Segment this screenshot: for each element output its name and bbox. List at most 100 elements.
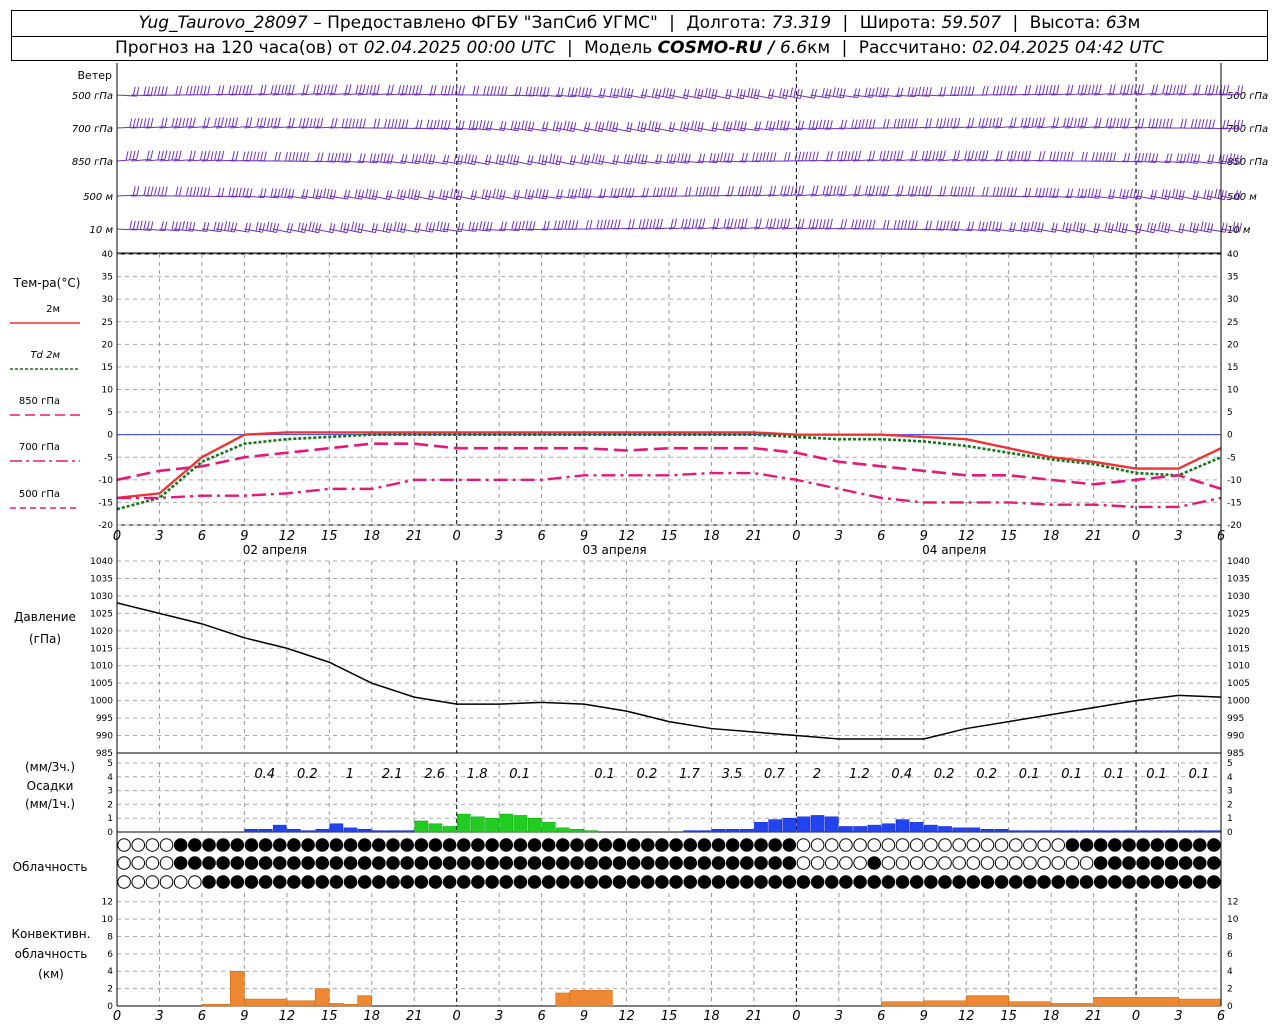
- wind-barb-feather: [904, 118, 908, 128]
- cloud-cover-circle: [584, 875, 598, 889]
- cloud-cover-circle: [824, 838, 839, 852]
- wind-barb-feather: [302, 117, 306, 128]
- wind-barb-feather: [741, 186, 745, 196]
- cloud-cover-circle: [598, 856, 613, 870]
- x-tick-label: 21: [1085, 1009, 1102, 1024]
- wind-barb-feather: [320, 152, 324, 162]
- cloud-cover-circle: [456, 838, 471, 852]
- wind-barb-feather: [697, 88, 701, 99]
- temp-legend-label: 2м: [46, 304, 60, 315]
- wind-barb-feather: [985, 150, 989, 160]
- wind-barb-feather: [801, 185, 805, 195]
- wind-barb-feather: [531, 190, 535, 200]
- wind-barb-feather: [605, 120, 609, 130]
- wind-barb-feather: [490, 86, 494, 96]
- wind-barb-feather: [637, 121, 641, 131]
- wind-barb-feather: [743, 121, 747, 132]
- conv-bar: [314, 988, 330, 1007]
- conv-title: Конвективн.: [12, 927, 91, 941]
- wind-barb-feather: [651, 121, 655, 131]
- wind-barb-feather: [851, 219, 855, 229]
- wind-barb-feather: [1017, 151, 1021, 161]
- wind-barb-feather: [248, 223, 252, 233]
- wind-barb-feather: [921, 186, 925, 196]
- wind-barb-feather: [326, 188, 330, 198]
- precip-bar-snow: [909, 822, 924, 833]
- wind-barb-feather: [1141, 153, 1145, 163]
- precip-y-tick-left: 3: [107, 787, 113, 797]
- cloud-cover-circle: [272, 875, 287, 889]
- x-tick-label: 6: [1217, 1009, 1225, 1024]
- cloud-cover-circle: [697, 856, 712, 870]
- wind-barb-feather: [521, 220, 525, 230]
- wind-barb-feather: [352, 118, 356, 128]
- conv-bar: [555, 992, 571, 1007]
- wind-barb-feather: [221, 150, 225, 161]
- wind-barb-feather: [999, 150, 1003, 160]
- wind-barb-feather: [638, 219, 642, 229]
- wind-barb-feather: [1144, 152, 1148, 162]
- wind-barb-feather: [1167, 190, 1171, 200]
- wind-barb-feather: [1102, 152, 1106, 162]
- x-tick-label: 12: [958, 529, 975, 544]
- wind-barb-feather: [530, 155, 534, 165]
- wind-barb-feather: [644, 154, 648, 165]
- wind-barb-feather: [1150, 189, 1154, 199]
- wind-barb-feather: [376, 84, 380, 94]
- wind-barb-feather: [641, 88, 645, 98]
- wind-barb-feather: [288, 117, 292, 127]
- wind-barb-feather: [1037, 222, 1041, 232]
- wind-barb-feather: [253, 151, 257, 161]
- conv-bar: [286, 1000, 316, 1007]
- wind-barb-feather: [750, 88, 754, 98]
- wind-barb: [555, 154, 577, 166]
- cloud-cover-circle: [655, 856, 669, 870]
- temp-y-tick-left: 30: [102, 295, 114, 305]
- cloud-cover-circle: [1023, 838, 1037, 852]
- wind-barb-feather: [1051, 222, 1055, 232]
- wind-barb-feather: [330, 118, 334, 128]
- wind-barb-feather: [1077, 188, 1081, 198]
- x-tick-label: 3: [495, 529, 503, 544]
- cloud-cover-circle: [782, 856, 797, 870]
- wind-barb-feather: [1190, 119, 1194, 129]
- wind-barb-feather: [348, 118, 352, 128]
- wind-barb-feather: [637, 153, 641, 163]
- cloud-cover-circle: [612, 838, 627, 852]
- wind-barb-feather: [1082, 223, 1086, 233]
- wind-barb-feather: [1127, 117, 1131, 128]
- wind-barb-feather: [1167, 223, 1171, 233]
- wind-barb-feather: [313, 84, 317, 95]
- wind-barb-feather: [341, 152, 345, 162]
- wind-barb-feather: [660, 187, 664, 197]
- wind-barb: [1178, 189, 1199, 201]
- wind-barb-feather: [907, 186, 911, 196]
- wind-barb-feather: [829, 185, 833, 195]
- wind-barb-feather: [415, 119, 419, 129]
- wind-barb-feather: [485, 154, 489, 165]
- precip-y-tick-left: 2: [107, 800, 113, 810]
- wind-barb-feather: [714, 89, 718, 99]
- x-tick-label: 3: [1174, 1009, 1182, 1024]
- wind-barb-feather: [242, 151, 246, 161]
- precip-total-label: 0.4: [255, 767, 276, 782]
- wind-barb-feather: [1045, 85, 1049, 95]
- wind-barb-feather: [1172, 188, 1176, 198]
- wind-barb-feather: [1084, 84, 1088, 94]
- wind-barb-feather: [398, 119, 402, 129]
- pressure-unit: (гПа): [29, 632, 61, 646]
- wind-barb-feather: [445, 190, 449, 200]
- wind-barb-feather: [510, 120, 514, 130]
- wind-barb-feather: [812, 218, 816, 229]
- wind-barb-feather: [1116, 118, 1120, 128]
- wind-barb-feather: [330, 152, 334, 162]
- wind-barb-feather: [1198, 119, 1202, 129]
- meteogram: Ветер500 гПа 500 гПа700 гПа 700 гПа850 гПа…: [10, 63, 1268, 1024]
- wind-barb-feather: [295, 152, 299, 162]
- precip-bar-snow: [966, 827, 981, 833]
- wind-barb-feather: [343, 222, 347, 233]
- wind-barb-feather: [1203, 189, 1207, 199]
- wind-barb-feather: [822, 185, 826, 196]
- cloud-cover-circle: [287, 856, 301, 870]
- cloud-cover-circle: [1207, 838, 1221, 852]
